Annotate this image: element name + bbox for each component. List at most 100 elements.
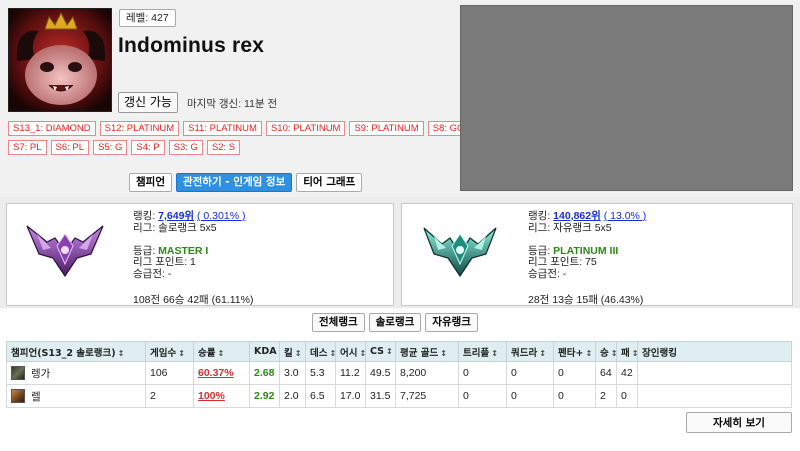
level-badge: 레벨: 427 [119, 9, 176, 27]
column-header[interactable]: 승률 ↕ [193, 341, 250, 362]
column-header[interactable]: 승↕ [595, 341, 617, 362]
sort-icon: ↕ [440, 348, 447, 358]
sort-icon: ↕ [491, 348, 498, 358]
table-row: 렐 2 100% 2.92 2.0 6.5 17.0 31.5 7,725 0 … [6, 384, 792, 408]
column-header[interactable]: 챔피언(S13_2 솔로랭크) ↕ [6, 341, 146, 362]
rank-filter-tabs: 전체랭크 솔로랭크 자유랭크 [312, 313, 478, 332]
season-badge: S10: PLATINUM [265, 121, 346, 136]
champion-stats-table: 챔피언(S13_2 솔로랭크)↕ 게임수↕ 승률↕ KDA↕ 킬↕ 데스↕ 어시… [6, 341, 792, 408]
sort-icon: ↕ [539, 348, 546, 358]
winrate-link[interactable]: 100% [198, 390, 225, 402]
gold-cell: 7,725 [395, 384, 459, 408]
tab-all-rank[interactable]: 전체랭크 [312, 313, 365, 332]
sort-icon: ↕ [117, 348, 125, 358]
sort-icon: ↕ [329, 349, 334, 358]
summoner-name: Indominus rex [118, 34, 265, 57]
flex-rank-card: 랭킹: 140,862위 ( 13.0% ) 리그: 자유랭크 5x5 등급: … [401, 203, 793, 306]
season-badges: S13_1: DIAMOND S12: PLATINUM S11: PLATIN… [8, 121, 482, 159]
kills-cell: 2.0 [279, 384, 306, 408]
table-row: 렝가 106 60.37% 2.68 3.0 5.3 11.2 49.5 8,2… [6, 361, 792, 385]
tab-solo-rank[interactable]: 솔로랭크 [368, 313, 422, 332]
solo-rank-link[interactable]: 7,649위 [158, 210, 194, 222]
platinum-emblem-icon [423, 227, 497, 278]
sort-icon: ↕ [217, 348, 225, 358]
column-header[interactable]: 트리플 ↕ [458, 341, 507, 362]
column-header[interactable]: 쿼드라 ↕ [506, 341, 554, 362]
season-badge: S5: G [93, 140, 128, 155]
deaths-cell: 5.3 [305, 361, 336, 385]
last-update-text: 마지막 갱신: 11분 전 [187, 98, 278, 110]
poro-king-avatar-icon [9, 9, 111, 111]
tab-champion[interactable]: 챔피언 [129, 173, 172, 192]
sort-icon: ↕ [585, 348, 593, 358]
flex-lp-text: 리그 포인트: 75 [528, 256, 597, 268]
rell-champion-icon [11, 389, 25, 403]
cs-cell: 49.5 [365, 361, 396, 385]
flex-tier-value: PLATINUM III [553, 244, 619, 257]
champion-name: 렝가 [31, 367, 51, 380]
kda-cell: 2.68 [249, 361, 280, 385]
kills-cell: 3.0 [279, 361, 306, 385]
column-header[interactable]: 데스↕ [305, 341, 336, 362]
quadra-cell: 0 [506, 361, 554, 385]
flex-promo-text: 승급전: - [528, 267, 567, 280]
sort-icon: ↕ [611, 349, 616, 358]
tab-spectate[interactable]: 관전하기 - 인게임 정보 [175, 173, 293, 192]
see-more-button[interactable]: 자세히 보기 [686, 412, 792, 433]
champion-name: 렐 [31, 390, 41, 403]
mastery-rank-cell [637, 384, 792, 408]
column-header[interactable]: CS ↕ [365, 341, 396, 362]
triple-cell: 0 [458, 384, 507, 408]
season-badge: S9: PLATINUM [349, 121, 424, 136]
column-header[interactable]: 평균 골드 ↕ [395, 341, 459, 362]
season-badge: S13_1: DIAMOND [8, 121, 96, 136]
column-header[interactable]: 킬 ↕ [279, 341, 306, 362]
sort-icon: ↕ [386, 347, 393, 356]
sort-icon: ↕ [294, 348, 302, 358]
column-header[interactable]: 어시↕ [335, 341, 366, 362]
sort-icon: ↕ [178, 348, 185, 358]
solo-tier-value: MASTER I [158, 244, 209, 257]
badge-row-2: S7: PL S6: PL S5: G S4: P S3: G S2: S [8, 140, 448, 155]
flex-league-text: 리그: 자유랭크 5x5 [528, 221, 612, 234]
profile-avatar [8, 8, 112, 112]
tab-tier-graph[interactable]: 티어 그래프 [296, 173, 363, 192]
solo-promo-text: 승급전: - [133, 267, 172, 280]
flex-rank-info: 랭킹: 140,862위 ( 13.0% ) 리그: 자유랭크 5x5 등급: … [528, 210, 647, 280]
column-header[interactable]: 장인랭킹 [637, 341, 792, 362]
tab-flex-rank[interactable]: 자유랭크 [425, 313, 478, 332]
tier-label: 등급: [528, 244, 554, 257]
assists-cell: 17.0 [335, 384, 366, 408]
gold-cell: 8,200 [395, 361, 459, 385]
column-header[interactable]: 패↕ [616, 341, 638, 362]
wins-cell: 2 [595, 384, 617, 408]
cs-cell: 31.5 [365, 384, 396, 408]
solo-rank-percent-link[interactable]: ( 0.301% ) [197, 210, 245, 222]
rengar-champion-icon [11, 366, 25, 380]
losses-cell: 0 [616, 384, 638, 408]
flex-rank-link[interactable]: 140,862위 [553, 210, 601, 222]
quadra-cell: 0 [506, 384, 554, 408]
solo-rank-info: 랭킹: 7,649위 ( 0.301% ) 리그: 솔로랭크 5x5 등급: M… [133, 210, 245, 280]
solo-record-text: 108전 66승 42패 (61.11%) [133, 294, 254, 306]
column-header[interactable]: 게임수 ↕ [145, 341, 194, 362]
triple-cell: 0 [458, 361, 507, 385]
column-header[interactable]: 펜타+ ↕ [553, 341, 596, 362]
penta-cell: 0 [553, 384, 596, 408]
winrate-link[interactable]: 60.37% [198, 367, 234, 379]
season-badge: S3: G [168, 140, 203, 155]
wins-cell: 64 [595, 361, 617, 385]
kda-cell: 2.92 [249, 384, 280, 408]
tier-label: 등급: [133, 244, 159, 257]
column-header[interactable]: KDA↕ [249, 341, 280, 362]
losses-cell: 42 [616, 361, 638, 385]
rank-label: 랭킹: [133, 210, 159, 222]
flex-record-text: 28전 13승 15패 (46.43%) [528, 294, 644, 306]
table-header-row: 챔피언(S13_2 솔로랭크)↕ 게임수↕ 승률↕ KDA↕ 킬↕ 데스↕ 어시… [6, 341, 792, 362]
solo-league-text: 리그: 솔로랭크 5x5 [133, 221, 217, 234]
season-badge: S12: PLATINUM [99, 121, 180, 136]
badge-row-1: S13_1: DIAMOND S12: PLATINUM S11: PLATIN… [8, 121, 482, 136]
flex-rank-percent-link[interactable]: ( 13.0% ) [604, 210, 647, 222]
master-emblem-icon [26, 225, 104, 278]
refresh-button[interactable]: 갱신 가능 [118, 92, 178, 113]
